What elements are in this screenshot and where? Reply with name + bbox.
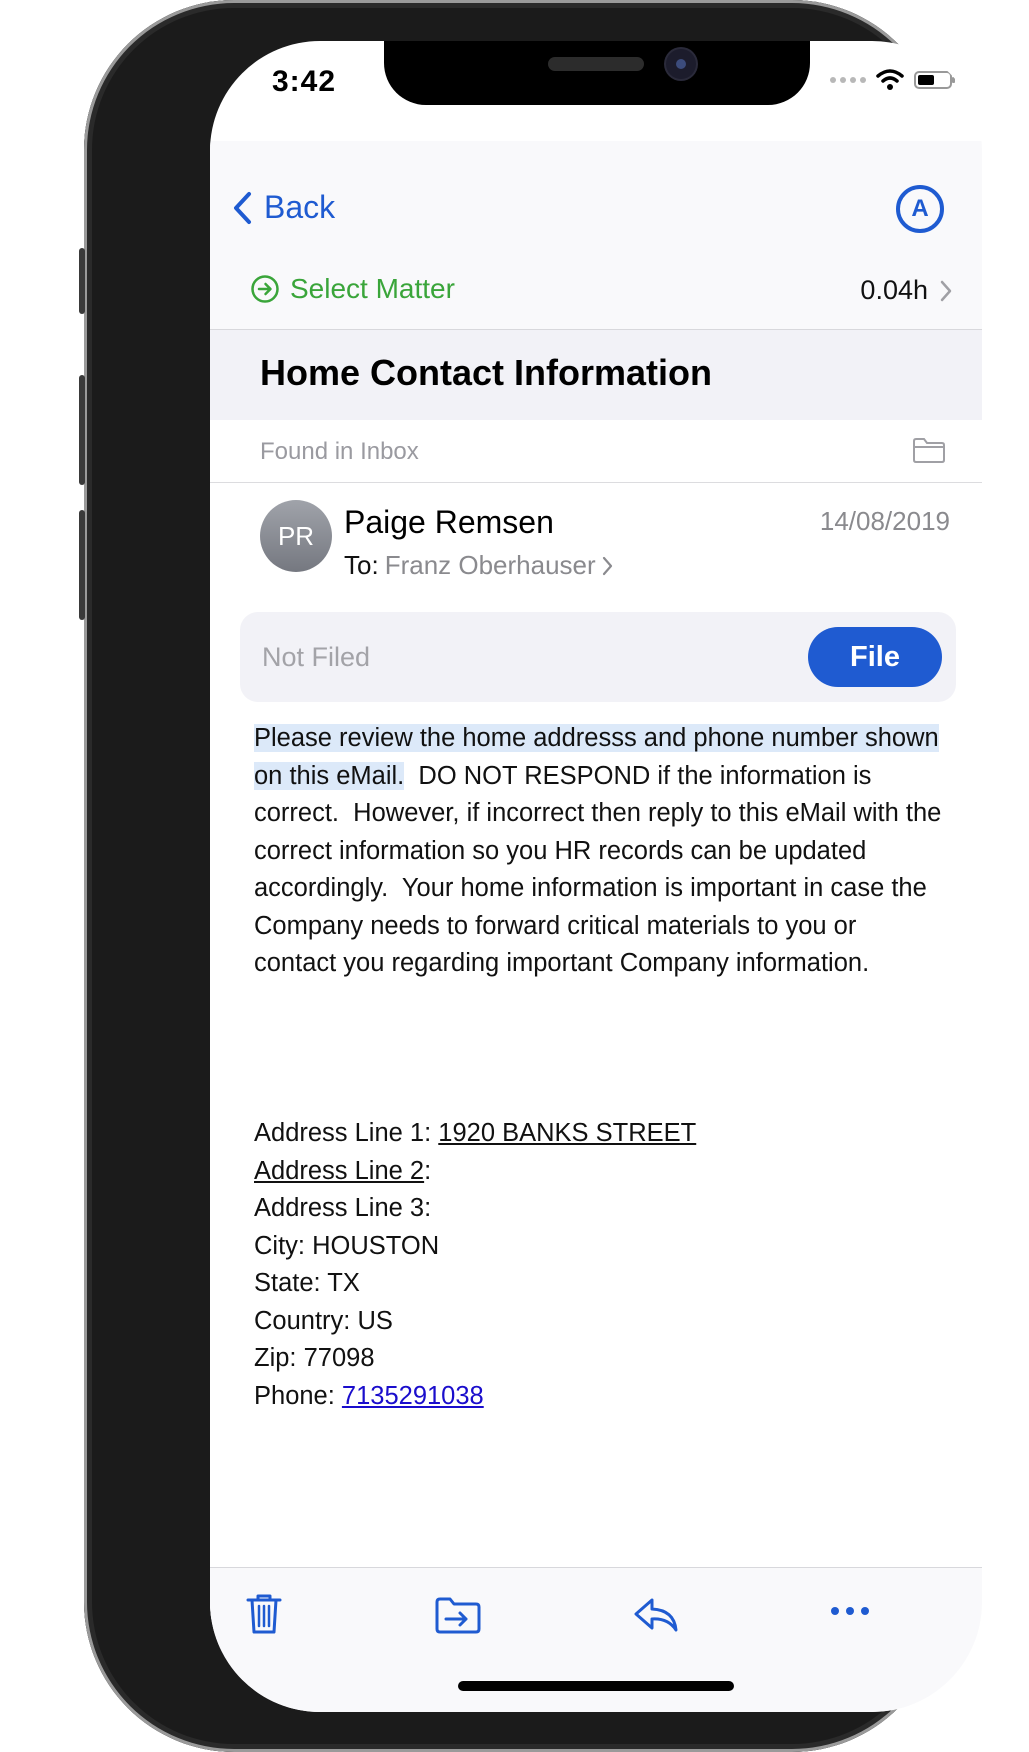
- battery-icon: [914, 71, 955, 89]
- home-indicator[interactable]: [458, 1681, 734, 1691]
- found-in-label: Found in Inbox: [260, 438, 419, 465]
- matter-time[interactable]: 0.04h: [860, 275, 952, 306]
- body-text: DO NOT RESPOND if the information is cor…: [254, 761, 949, 978]
- email-subject: Home Contact Information: [260, 352, 713, 393]
- status-time: 3:42: [272, 65, 337, 98]
- address-line-2: Address Line 2:: [254, 1156, 432, 1185]
- address-zip: Zip: 77098: [254, 1344, 375, 1372]
- select-matter-label: Select Matter: [290, 273, 455, 304]
- address-line-1: Address Line 1: 1920 BANKS STREET: [254, 1119, 697, 1147]
- to-prefix: To:: [344, 550, 379, 580]
- found-in-row: Found in Inbox: [210, 420, 982, 483]
- email-date: 14/08/2019: [819, 506, 950, 536]
- chevron-right-icon: [602, 556, 612, 575]
- address-block: Address Line 1: 1920 BANKS STREET Addres…: [254, 1115, 696, 1415]
- subject-header: Home Contact Information: [210, 330, 982, 420]
- sender-name[interactable]: Paige Remsen: [344, 504, 554, 541]
- phone-link[interactable]: 7135291038: [342, 1382, 484, 1410]
- volume-up-button: [79, 375, 85, 485]
- select-matter-bar[interactable]: Select Matter 0.04h: [210, 251, 982, 330]
- address-state: State: TX: [254, 1269, 360, 1297]
- signal-icon: [830, 77, 866, 83]
- recipient-name: Franz Oberhauser: [384, 550, 596, 580]
- file-button[interactable]: File: [808, 627, 942, 687]
- address-city: City: HOUSTON: [254, 1231, 440, 1260]
- screen: 3:42 Back A Select Matter 0.04h Home Con…: [210, 41, 982, 1712]
- filing-status: Not Filed: [262, 642, 371, 672]
- status-icons: [830, 69, 955, 91]
- address-line-3: Address Line 3:: [254, 1194, 432, 1222]
- sender-avatar: PR: [260, 500, 332, 572]
- select-matter[interactable]: Select Matter: [250, 273, 455, 305]
- folder-icon[interactable]: [912, 436, 946, 464]
- wifi-icon: [876, 69, 904, 90]
- camera: [666, 49, 696, 79]
- filing-bar: Not Filed File: [240, 612, 956, 702]
- chevron-left-icon: [234, 191, 251, 224]
- email-body: Please review the home addresss and phon…: [254, 720, 944, 983]
- more-icon[interactable]: [830, 1606, 870, 1616]
- recipient-line[interactable]: To: Franz Oberhauser: [344, 550, 614, 581]
- trash-icon[interactable]: [244, 1592, 284, 1636]
- mute-switch: [79, 248, 85, 314]
- back-button[interactable]: Back: [232, 189, 335, 226]
- account-icon[interactable]: A: [896, 185, 944, 233]
- address-country: Country: US: [254, 1306, 393, 1335]
- volume-down-button: [79, 510, 85, 620]
- speaker: [548, 57, 644, 71]
- address-phone: Phone: 7135291038: [254, 1381, 484, 1410]
- notch: [384, 41, 810, 105]
- back-label: Back: [264, 189, 336, 225]
- nav-bar: Back A: [210, 141, 982, 252]
- phone-frame: 3:42 Back A Select Matter 0.04h Home Con…: [79, 0, 982, 1752]
- move-to-folder-icon[interactable]: [434, 1596, 482, 1634]
- arrow-circle-right-icon: [251, 275, 279, 303]
- chevron-right-icon: [940, 280, 952, 301]
- matter-time-value: 0.04h: [860, 275, 928, 305]
- reply-icon[interactable]: [632, 1596, 680, 1634]
- email-card: Found in Inbox PR Paige Remsen To: Franz…: [210, 420, 982, 1620]
- address-line-1-value[interactable]: 1920 BANKS STREET: [438, 1119, 696, 1147]
